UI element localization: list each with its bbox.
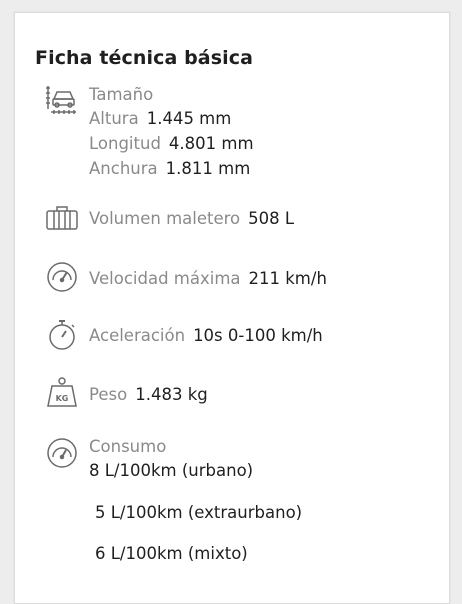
width-row: Anchura 1.811 mm [89,159,251,178]
suitcase-icon [45,201,79,235]
size-heading: Tamaño [89,85,154,104]
consumption-heading: Consumo [89,437,167,456]
car-size-icon [45,83,79,117]
length-row: Longitud 4.801 mm [89,134,254,153]
weight-icon: KG [45,375,79,409]
speedometer-icon [45,259,79,293]
consumption-urban: 8 L/100km (urbano) [89,461,254,480]
accel-row: Aceleración 10s 0-100 km/h [89,326,323,345]
height-row: Altura 1.445 mm [89,109,232,128]
card-title: Ficha técnica básica [35,47,254,69]
trunk-row: Volumen maletero 508 L [89,209,295,228]
spec-card: Ficha técnica básica Tamaño Altura 1.445 … [14,12,450,604]
fuel-gauge-icon [45,435,79,469]
speed-row: Velocidad máxima 211 km/h [89,269,327,288]
weight-row: Peso 1.483 kg [89,385,208,404]
svg-text:KG: KG [56,394,69,403]
stopwatch-icon [45,317,79,351]
consumption-extraurban: 5 L/100km (extraurbano) [95,503,303,522]
consumption-mixed: 6 L/100km (mixto) [95,544,248,563]
